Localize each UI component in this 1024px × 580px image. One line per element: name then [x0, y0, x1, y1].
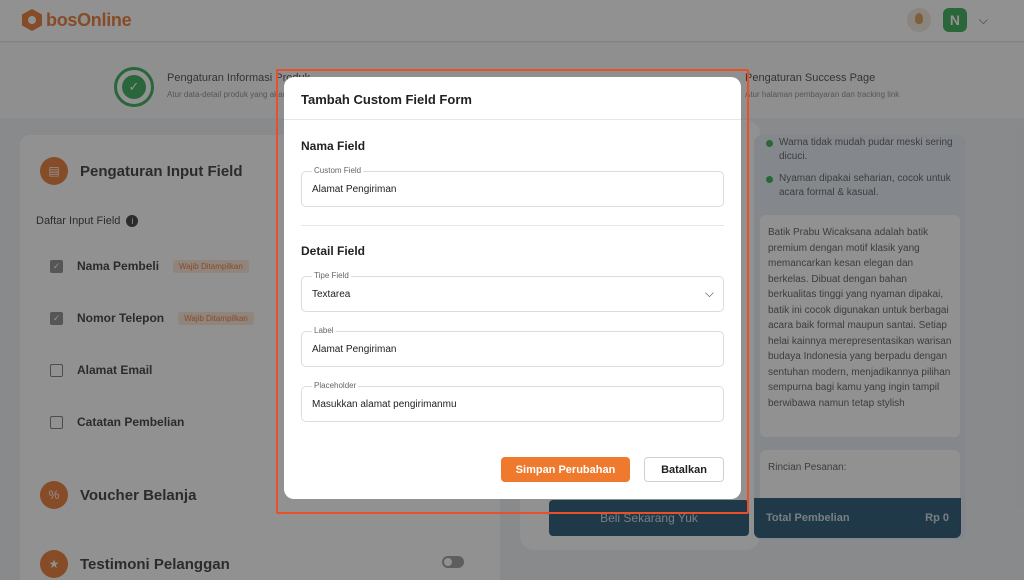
- modal-title: Tambah Custom Field Form: [301, 92, 472, 107]
- chevron-down-icon[interactable]: ⌵: [705, 286, 714, 301]
- divider: [284, 119, 741, 120]
- section-heading: Detail Field: [301, 244, 366, 258]
- field-type-select[interactable]: Tipe Field Textarea ⌵: [301, 271, 724, 312]
- placeholder-input[interactable]: Placeholder Masukkan alamat pengirimanmu: [301, 381, 724, 422]
- save-button[interactable]: Simpan Perubahan: [501, 457, 630, 482]
- label-input[interactable]: Label Alamat Pengiriman: [301, 326, 724, 367]
- divider: [301, 225, 724, 226]
- custom-field-modal: Tambah Custom Field Form Nama Field Cust…: [284, 77, 741, 499]
- selected-value[interactable]: Textarea: [312, 289, 692, 300]
- field-label: Tipe Field: [312, 271, 351, 280]
- field-label: Label: [312, 326, 336, 335]
- field-label: Custom Field: [312, 166, 364, 175]
- field-value[interactable]: Masukkan alamat pengirimanmu: [312, 399, 692, 410]
- field-value[interactable]: Alamat Pengiriman: [312, 184, 692, 195]
- field-label: Placeholder: [312, 381, 359, 390]
- cancel-button[interactable]: Batalkan: [644, 457, 724, 482]
- custom-field-input[interactable]: Custom Field Alamat Pengiriman: [301, 166, 724, 207]
- section-heading: Nama Field: [301, 139, 366, 153]
- field-value[interactable]: Alamat Pengiriman: [312, 344, 692, 355]
